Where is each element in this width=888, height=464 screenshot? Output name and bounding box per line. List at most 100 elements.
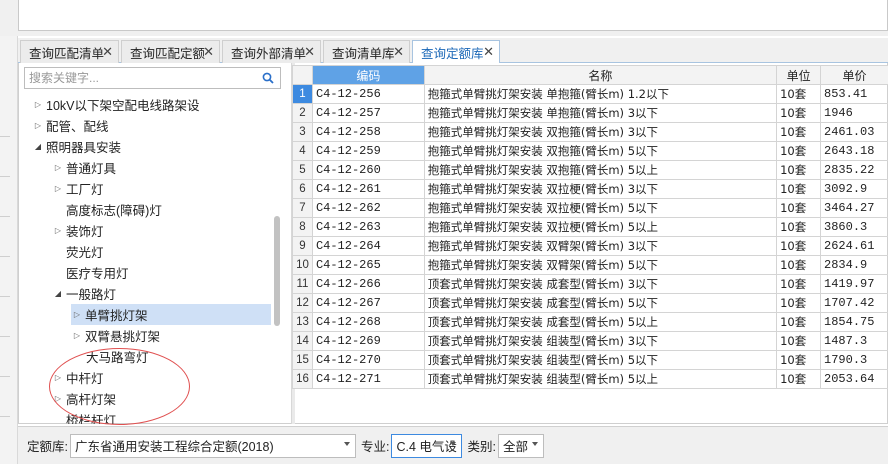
table-row[interactable]: 7 C4-12-262 抱箍式单臂挑灯架安装 双拉梗(臂长m) 5以下 10套 … (292, 198, 888, 218)
cell-price[interactable]: 1707.42 (820, 293, 888, 313)
cell-price[interactable]: 2643.18 (820, 141, 888, 161)
cell-name[interactable]: 抱箍式单臂挑灯架安装 单抱箍(臂长m) 3以下 (423, 103, 778, 123)
cell-unit[interactable]: 10套 (776, 103, 822, 123)
quota-library-select[interactable]: 广东省通用安装工程综合定额(2018) (69, 433, 356, 458)
close-icon[interactable]: ✕ (203, 44, 214, 60)
category-select[interactable]: 全部 (497, 433, 544, 458)
cell-name[interactable]: 抱箍式单臂挑灯架安装 双拉梗(臂长m) 3以下 (423, 179, 778, 199)
cell-price[interactable]: 1946 (820, 103, 888, 123)
cell-name[interactable]: 抱箍式单臂挑灯架安装 双拉梗(臂长m) 5以下 (423, 198, 778, 218)
cell-price[interactable]: 3860.3 (820, 217, 888, 237)
table-row[interactable]: 11 C4-12-266 顶套式单臂挑灯架安装 成套型(臂长m) 3以下 10套… (292, 274, 888, 294)
chevron-down-icon[interactable]: ◢ (32, 142, 44, 151)
tree-item-conduit-wiring[interactable]: ▷ 配管、配线 (32, 115, 109, 136)
cell-name[interactable]: 顶套式单臂挑灯架安装 组装型(臂长m) 5以上 (423, 369, 778, 389)
cell-price[interactable]: 1790.3 (820, 350, 888, 370)
cell-price[interactable]: 1854.75 (820, 312, 888, 332)
cell-unit[interactable]: 10套 (776, 217, 822, 237)
cell-unit[interactable]: 10套 (776, 141, 822, 161)
cell-unit[interactable]: 10套 (776, 160, 822, 180)
chevron-right-icon[interactable]: ▷ (52, 394, 64, 403)
cell-name[interactable]: 顶套式单臂挑灯架安装 组装型(臂长m) 3以下 (423, 331, 778, 351)
chevron-right-icon[interactable]: ▷ (32, 121, 44, 130)
cell-name[interactable]: 抱箍式单臂挑灯架安装 双拉梗(臂长m) 5以上 (423, 217, 778, 237)
tree-item-railing-lamp[interactable]: 桥栏杆灯 (66, 409, 116, 424)
search-icon[interactable] (262, 72, 274, 84)
cell-name[interactable]: 抱箍式单臂挑灯架安装 双臂架(臂长m) 3以下 (423, 236, 778, 256)
chevron-right-icon[interactable]: ▷ (32, 100, 44, 109)
table-row[interactable]: 10 C4-12-265 抱箍式单臂挑灯架安装 双臂架(臂长m) 5以下 10套… (292, 255, 888, 275)
cell-code[interactable]: C4-12-256 (311, 84, 425, 104)
tree-item-10kv[interactable]: ▷ 10kV以下架空配电线路架设 (32, 94, 200, 115)
cell-code[interactable]: C4-12-268 (311, 312, 425, 332)
cell-code[interactable]: C4-12-259 (311, 141, 425, 161)
cell-price[interactable]: 2053.64 (820, 369, 888, 389)
tree-item-obstacle-lamp[interactable]: 高度标志(障碍)灯 (66, 199, 162, 220)
tree-item-factory-lamp[interactable]: ▷ 工厂灯 (52, 178, 104, 199)
chevron-right-icon[interactable]: ▷ (52, 226, 64, 235)
table-row[interactable]: 5 C4-12-260 抱箍式单臂挑灯架安装 双抱箍(臂长m) 5以上 10套 … (292, 160, 888, 180)
cell-price[interactable]: 3092.9 (820, 179, 888, 199)
cell-unit[interactable]: 10套 (776, 312, 822, 332)
table-row[interactable]: 14 C4-12-269 顶套式单臂挑灯架安装 组装型(臂长m) 3以下 10套… (292, 331, 888, 351)
close-icon[interactable]: ✕ (102, 44, 113, 60)
cell-code[interactable]: C4-12-258 (311, 122, 425, 142)
search-input[interactable] (25, 68, 255, 88)
table-row[interactable]: 4 C4-12-259 抱箍式单臂挑灯架安装 双抱箍(臂长m) 5以下 10套 … (292, 141, 888, 161)
cell-unit[interactable]: 10套 (776, 179, 822, 199)
table-row[interactable]: 8 C4-12-263 抱箍式单臂挑灯架安装 双拉梗(臂长m) 5以上 10套 … (292, 217, 888, 237)
tree-scrollbar[interactable] (274, 216, 280, 326)
chevron-right-icon[interactable]: ▷ (71, 331, 83, 340)
cell-unit[interactable]: 10套 (776, 236, 822, 256)
cell-code[interactable]: C4-12-266 (311, 274, 425, 294)
tree-item-lighting[interactable]: ◢ 照明器具安装 (32, 136, 121, 157)
chevron-right-icon[interactable]: ▷ (52, 373, 64, 382)
cell-code[interactable]: C4-12-271 (311, 369, 425, 389)
cell-code[interactable]: C4-12-264 (311, 236, 425, 256)
major-select[interactable]: C.4 电气设 (391, 433, 463, 458)
cell-name[interactable]: 顶套式单臂挑灯架安装 成套型(臂长m) 5以下 (423, 293, 778, 313)
table-row[interactable]: 2 C4-12-257 抱箍式单臂挑灯架安装 单抱箍(臂长m) 3以下 10套 … (292, 103, 888, 123)
cell-code[interactable]: C4-12-260 (311, 160, 425, 180)
cell-price[interactable]: 1487.3 (820, 331, 888, 351)
table-row[interactable]: 9 C4-12-264 抱箍式单臂挑灯架安装 双臂架(臂长m) 3以下 10套 … (292, 236, 888, 256)
cell-price[interactable]: 2461.03 (820, 122, 888, 142)
chevron-down-icon[interactable]: ◢ (52, 289, 64, 298)
cell-name[interactable]: 顶套式单臂挑灯架安装 组装型(臂长m) 5以下 (423, 350, 778, 370)
close-icon[interactable]: ✕ (304, 44, 315, 60)
chevron-right-icon[interactable]: ▷ (52, 184, 64, 193)
cell-price[interactable]: 1419.97 (820, 274, 888, 294)
cell-price[interactable]: 2834.9 (820, 255, 888, 275)
cell-name[interactable]: 抱箍式单臂挑灯架安装 双抱箍(臂长m) 5以上 (423, 160, 778, 180)
tree-item-street-lamp[interactable]: ◢ 一般路灯 (52, 283, 116, 304)
table-row[interactable]: 16 C4-12-271 顶套式单臂挑灯架安装 组装型(臂长m) 5以上 10套… (292, 369, 888, 389)
cell-name[interactable]: 抱箍式单臂挑灯架安装 双抱箍(臂长m) 5以下 (423, 141, 778, 161)
header-name[interactable]: 名称 (423, 65, 778, 85)
cell-code[interactable]: C4-12-270 (311, 350, 425, 370)
cell-price[interactable]: 3464.27 (820, 198, 888, 218)
tree-item-decorative-lamp[interactable]: ▷ 装饰灯 (52, 220, 104, 241)
header-code[interactable]: 编码 (311, 65, 425, 85)
tab-query-quota-library[interactable]: 查询定额库 ✕ (412, 40, 500, 64)
cell-unit[interactable]: 10套 (776, 274, 822, 294)
tree-item-ordinary-lamp[interactable]: ▷ 普通灯具 (52, 157, 116, 178)
cell-code[interactable]: C4-12-269 (311, 331, 425, 351)
table-row[interactable]: 3 C4-12-258 抱箍式单臂挑灯架安装 双抱箍(臂长m) 3以下 10套 … (292, 122, 888, 142)
cell-code[interactable]: C4-12-262 (311, 198, 425, 218)
tree-item-single-arm-bracket[interactable]: ▷ 单臂挑灯架 (71, 304, 271, 325)
close-icon[interactable]: ✕ (483, 44, 494, 60)
table-row[interactable]: 12 C4-12-267 顶套式单臂挑灯架安装 成套型(臂长m) 5以下 10套… (292, 293, 888, 313)
tree-item-medical-lamp[interactable]: 医疗专用灯 (66, 262, 129, 283)
tab-query-matched-list[interactable]: 查询匹配清单 ✕ (20, 40, 119, 63)
cell-code[interactable]: C4-12-263 (311, 217, 425, 237)
tree-item-high-pole-frame[interactable]: ▷ 高杆灯架 (52, 388, 116, 409)
tab-query-matched-quota[interactable]: 查询匹配定额 ✕ (121, 40, 220, 63)
close-icon[interactable]: ✕ (393, 44, 404, 60)
cell-name[interactable]: 抱箍式单臂挑灯架安装 双抱箍(臂长m) 3以下 (423, 122, 778, 142)
cell-name[interactable]: 抱箍式单臂挑灯架安装 双臂架(臂长m) 5以下 (423, 255, 778, 275)
cell-name[interactable]: 顶套式单臂挑灯架安装 成套型(臂长m) 5以上 (423, 312, 778, 332)
cell-code[interactable]: C4-12-265 (311, 255, 425, 275)
cell-unit[interactable]: 10套 (776, 293, 822, 313)
cell-unit[interactable]: 10套 (776, 350, 822, 370)
chevron-right-icon[interactable]: ▷ (71, 310, 83, 319)
